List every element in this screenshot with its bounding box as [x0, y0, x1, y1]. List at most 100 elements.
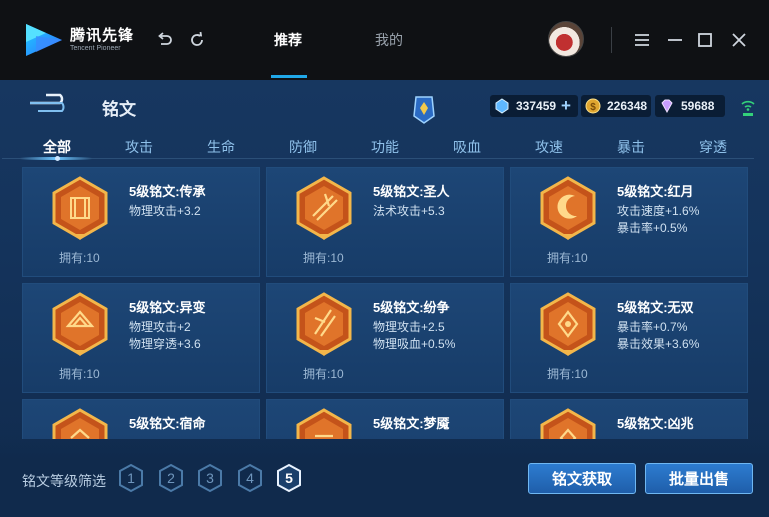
tab-lifesteal[interactable]: 吸血	[437, 137, 497, 157]
inscription-card[interactable]: 5级铭文:红月 攻击速度+1.6% 暴击率+0.5% 拥有:10	[510, 167, 748, 277]
tab-attack[interactable]: 攻击	[109, 137, 169, 157]
level-filter-label: 铭文等级筛选	[22, 473, 106, 489]
inscription-card[interactable]: 5级铭文:传承 物理攻击+3.2 拥有:10	[22, 167, 260, 277]
inscription-attribute: 物理穿透+3.6	[129, 337, 201, 351]
level-4-label: 4	[246, 470, 254, 486]
level-filter-3[interactable]: 3	[197, 463, 223, 493]
inscription-attribute: 暴击率+0.7%	[617, 320, 688, 334]
inscription-name: 5级铭文:宿命	[129, 416, 206, 431]
tab-crit[interactable]: 暴击	[601, 137, 661, 157]
inscription-attribute: 暴击效果+3.6%	[617, 337, 700, 351]
owned-count: 拥有:10	[547, 367, 588, 381]
inscription-card[interactable]: 5级铭文:异变 物理攻击+2 物理穿透+3.6 拥有:10	[22, 283, 260, 393]
divider	[611, 27, 612, 53]
inscription-fenzheng-icon	[296, 292, 352, 356]
gem-currency: 59688	[655, 95, 725, 117]
inscription-mengyan-icon	[296, 408, 352, 439]
refresh-icon[interactable]	[187, 30, 207, 50]
inscription-attribute: 物理攻击+2	[129, 320, 191, 334]
inscription-attribute: 物理吸血+0.5%	[373, 337, 456, 351]
inscription-card[interactable]: 5级铭文:圣人 法术攻击+5.3 拥有:10	[266, 167, 504, 277]
logo-name-cn: 腾讯先锋	[70, 27, 135, 44]
inscription-card[interactable]: 5级铭文:宿命	[22, 399, 260, 439]
page-title: 铭文	[102, 100, 136, 119]
owned-count: 拥有:10	[303, 367, 344, 381]
level-5-label: 5	[285, 470, 293, 486]
logo-name-en: Tencent Pioneer	[70, 45, 121, 52]
diamond-amount: 337459	[516, 99, 557, 113]
logo-text: 腾讯先锋 Tencent Pioneer	[70, 28, 134, 53]
maximize-icon[interactable]	[695, 30, 715, 50]
inscription-badge-icon[interactable]	[412, 94, 436, 124]
inscription-card[interactable]: 5级铭文:无双 暴击率+0.7% 暴击效果+3.6% 拥有:10	[510, 283, 748, 393]
level-filter-1[interactable]: 1	[118, 463, 144, 493]
active-category-dot	[55, 156, 60, 161]
inscription-name: 5级铭文:梦魇	[373, 416, 450, 431]
tab-recommend[interactable]: 推荐	[274, 30, 302, 50]
inscription-card[interactable]: 5级铭文:梦魇	[266, 399, 504, 439]
inscription-attribute: 物理攻击+2.5	[373, 320, 445, 334]
owned-count: 拥有:10	[303, 251, 344, 265]
gold-amount: 226348	[607, 99, 648, 113]
level-filter-2[interactable]: 2	[158, 463, 184, 493]
diamond-icon	[495, 98, 509, 114]
network-status-icon	[741, 100, 755, 116]
inscription-chuancheng-icon	[52, 176, 108, 240]
inscription-attribute: 攻击速度+1.6%	[617, 204, 700, 218]
level-3-label: 3	[206, 470, 214, 486]
svg-text:$: $	[590, 102, 596, 113]
inscription-wushuang-icon	[540, 292, 596, 356]
gem-icon	[661, 99, 673, 114]
inscription-name: 5级铭文:无双	[617, 300, 694, 315]
inscription-obtain-button[interactable]: 铭文获取	[528, 463, 636, 494]
level-1-label: 1	[127, 470, 135, 486]
tab-mine[interactable]: 我的	[375, 30, 403, 50]
owned-count: 拥有:10	[59, 251, 100, 265]
owned-count: 拥有:10	[547, 251, 588, 265]
undo-icon[interactable]	[155, 30, 175, 50]
avatar[interactable]	[548, 21, 584, 57]
level-2-label: 2	[167, 470, 175, 486]
level-filter-4[interactable]: 4	[237, 463, 263, 493]
inscription-attribute: 暴击率+0.5%	[617, 221, 688, 235]
owned-count: 拥有:10	[59, 367, 100, 381]
title-bar: 腾讯先锋 Tencent Pioneer 推荐 我的	[0, 0, 769, 80]
minimize-icon[interactable]	[665, 30, 685, 50]
tab-defense[interactable]: 防御	[273, 137, 333, 157]
category-tabs: 全部 攻击 生命 防御 功能 吸血 攻速 暴击 穿透	[15, 129, 755, 159]
tab-penetration[interactable]: 穿透	[683, 137, 743, 157]
gold-currency: $ 226348	[581, 95, 651, 117]
tab-health[interactable]: 生命	[191, 137, 251, 157]
inscription-attribute: 法术攻击+5.3	[373, 204, 445, 218]
menu-icon[interactable]	[632, 30, 652, 50]
inscription-name: 5级铭文:圣人	[373, 184, 450, 199]
tab-all[interactable]: 全部	[27, 137, 87, 157]
back-icon[interactable]	[26, 92, 68, 114]
gold-coin-icon: $	[585, 98, 601, 114]
inscription-card[interactable]: 5级铭文:纷争 物理攻击+2.5 物理吸血+0.5% 拥有:10	[266, 283, 504, 393]
inscription-app: 铭文 337459 + $ 226348 59688 全部 攻击 生命 防御 功…	[0, 80, 769, 517]
batch-sell-button[interactable]: 批量出售	[645, 463, 753, 494]
active-tab-indicator	[271, 75, 307, 78]
close-icon[interactable]	[729, 30, 749, 50]
level-filter-5[interactable]: 5	[276, 463, 302, 493]
inscription-attribute: 物理攻击+3.2	[129, 204, 201, 218]
inscription-hongyue-icon	[540, 176, 596, 240]
inscription-shengren-icon	[296, 176, 352, 240]
inscription-name: 5级铭文:凶兆	[617, 416, 694, 431]
inscription-name: 5级铭文:红月	[617, 184, 694, 199]
inscription-grid: 5级铭文:传承 物理攻击+3.2 拥有:10 5级铭文:圣人 法术攻击+5.3 …	[22, 167, 748, 439]
tab-divider	[2, 158, 754, 159]
tab-utility[interactable]: 功能	[355, 137, 415, 157]
inscription-name: 5级铭文:异变	[129, 300, 206, 315]
tab-attack-speed[interactable]: 攻速	[519, 137, 579, 157]
diamond-currency: 337459 +	[490, 95, 578, 117]
inscription-card[interactable]: 5级铭文:凶兆	[510, 399, 748, 439]
add-diamond-button[interactable]: +	[561, 96, 571, 116]
gem-amount: 59688	[681, 99, 715, 113]
inscription-name: 5级铭文:传承	[129, 184, 206, 199]
inscription-xiongzhao-icon	[540, 408, 596, 439]
inscription-suming-icon	[52, 408, 108, 439]
tencent-pioneer-logo-icon	[26, 24, 62, 56]
inscription-yibian-icon	[52, 292, 108, 356]
